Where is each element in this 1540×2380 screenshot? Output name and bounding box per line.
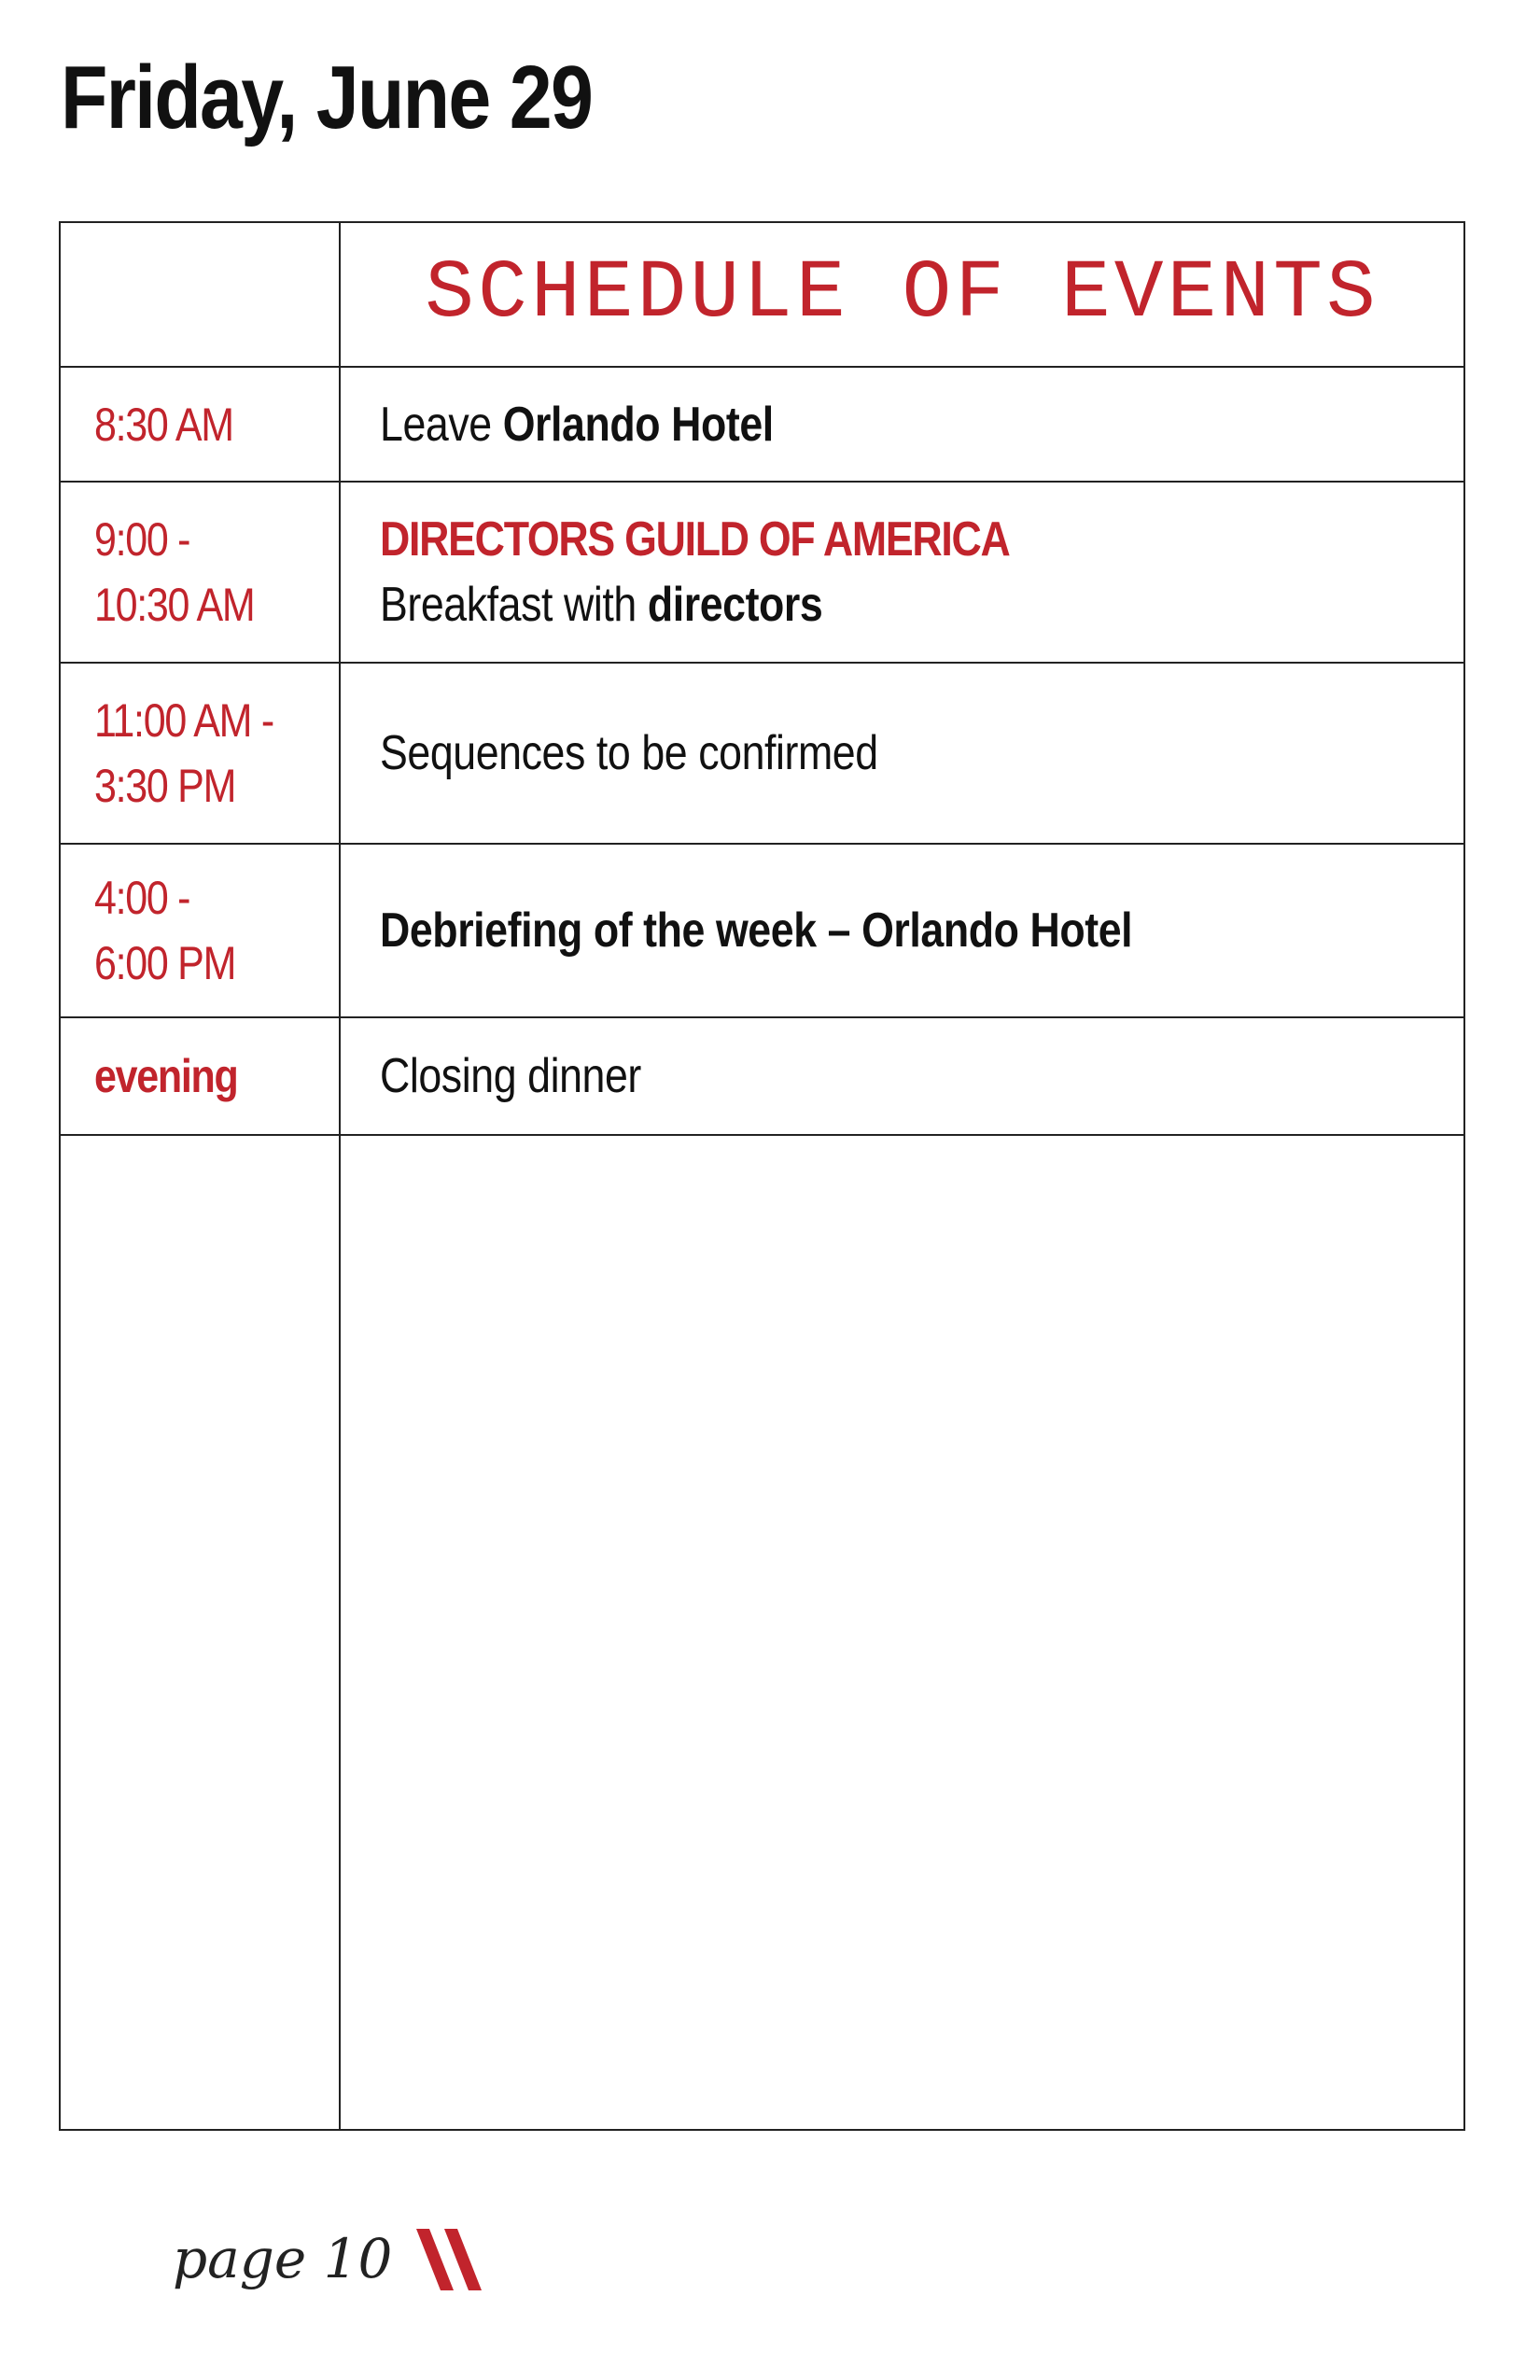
time-line: 6:00 PM: [94, 937, 236, 989]
time-text: evening: [94, 1043, 239, 1109]
time-cell: 11:00 AM - 3:30 PM: [61, 664, 341, 843]
empty-time-cell: [61, 1136, 341, 2129]
time-text: 11:00 AM - 3:30 PM: [94, 688, 274, 819]
time-text: 4:00 - 6:00 PM: [94, 865, 236, 996]
event-text: Closing dinner: [380, 1043, 641, 1109]
empty-row: [61, 1136, 1463, 2129]
time-cell: 4:00 - 6:00 PM: [61, 845, 341, 1016]
event-line: Leave Orlando Hotel: [380, 392, 774, 457]
time-line: 9:00 -: [94, 513, 191, 566]
event-cell: Debriefing of the week – Orlando Hotel: [341, 845, 1463, 1016]
event-cell: Leave Orlando Hotel: [341, 368, 1463, 481]
event-line: Breakfast with directors: [380, 572, 1010, 637]
time-text: 9:00 - 10:30 AM: [94, 507, 256, 637]
schedule-row: 4:00 - 6:00 PM Debriefing of the week – Or…: [61, 845, 1463, 1018]
event-cell: DIRECTORS GUILD OF AMERICA Breakfast with…: [341, 483, 1463, 662]
schedule-row: 11:00 AM - 3:30 PM Sequences to be confirm…: [61, 664, 1463, 845]
time-line: 10:30 AM: [94, 579, 256, 631]
event-line: Closing dinner: [380, 1043, 641, 1109]
schedule-heading: SCHEDULE OF EVENTS: [425, 248, 1379, 341]
event-text-bold: Debriefing of the week – Orlando Hotel: [380, 903, 1133, 958]
event-line: Debriefing of the week – Orlando Hotel: [380, 898, 1133, 963]
time-cell: 8:30 AM: [61, 368, 341, 481]
time-line: 4:00 -: [94, 872, 191, 924]
event-text-bold: Orlando Hotel: [502, 397, 775, 452]
event-text-regular: Breakfast with: [380, 578, 648, 632]
event-text-regular: Leave: [380, 397, 503, 452]
organization-name: DIRECTORS GUILD OF AMERICA: [380, 512, 1011, 567]
event-text-regular: Closing dinner: [380, 1049, 641, 1103]
time-line: evening: [94, 1050, 239, 1102]
event-text: DIRECTORS GUILD OF AMERICA Breakfast with…: [380, 507, 1011, 637]
event-text-bold: directors: [647, 578, 823, 632]
time-line: 11:00 AM -: [94, 694, 274, 747]
double-slash-logo-icon: [416, 2229, 483, 2290]
table-header-row: SCHEDULE OF EVENTS: [61, 223, 1463, 368]
header-time-cell: [61, 223, 341, 366]
event-line: Sequences to be confirmed: [380, 721, 878, 786]
schedule-row: 9:00 - 10:30 AM DIRECTORS GUILD OF AMERICA…: [61, 483, 1463, 664]
event-text: Debriefing of the week – Orlando Hotel: [380, 898, 1133, 963]
page-number: page 10: [173, 2227, 393, 2290]
event-cell: Closing dinner: [341, 1018, 1463, 1134]
page-title: Friday, June 29: [61, 48, 594, 147]
time-line: 3:30 PM: [94, 760, 236, 812]
event-text-regular: Sequences to be confirmed: [380, 726, 878, 780]
schedule-heading-cell: SCHEDULE OF EVENTS: [341, 223, 1463, 366]
time-cell: 9:00 - 10:30 AM: [61, 483, 341, 662]
event-text: Sequences to be confirmed: [380, 721, 878, 786]
time-cell: evening: [61, 1018, 341, 1134]
time-line: 8:30 AM: [94, 398, 234, 451]
event-text: Leave Orlando Hotel: [380, 392, 774, 457]
event-cell: Sequences to be confirmed: [341, 664, 1463, 843]
time-text: 8:30 AM: [94, 392, 234, 457]
schedule-row: 8:30 AM Leave Orlando Hotel: [61, 368, 1463, 483]
page-footer: page 10: [173, 2217, 497, 2301]
schedule-row: evening Closing dinner: [61, 1018, 1463, 1136]
schedule-table: SCHEDULE OF EVENTS 8:30 AM Leave Orlando …: [59, 221, 1465, 2131]
